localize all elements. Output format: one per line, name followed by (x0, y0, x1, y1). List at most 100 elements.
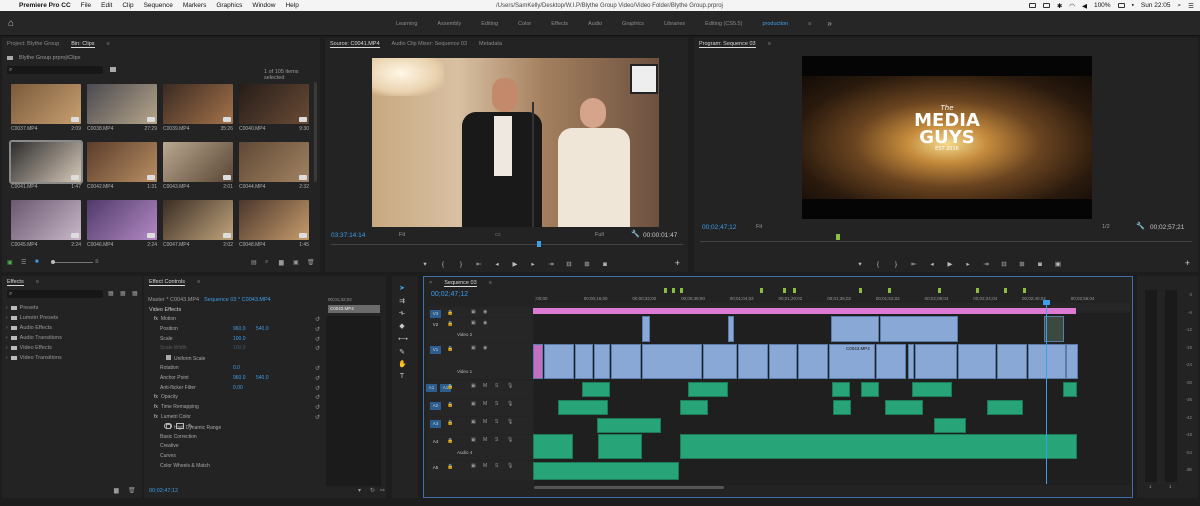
lock-icon[interactable]: 🔒 (447, 384, 453, 390)
audio-clip[interactable] (582, 382, 610, 397)
notifications-icon[interactable]: ☰ (1188, 2, 1194, 10)
ec-keyframe-area[interactable] (326, 316, 381, 486)
audio-clip[interactable] (558, 400, 608, 415)
video-clip[interactable] (1028, 344, 1066, 379)
ec-row[interactable]: fx Lumetri Color ↺ (144, 414, 326, 423)
reset-icon[interactable]: ↺ (315, 326, 320, 333)
volume-icon[interactable]: ◀ (1082, 2, 1087, 10)
ec-row[interactable]: fx Motion ↺ (144, 316, 326, 325)
solo-icon[interactable]: S (495, 437, 498, 443)
cloud-icon[interactable] (1028, 3, 1036, 8)
workspace-tab-learning[interactable]: Learning (386, 21, 427, 27)
effects-folder[interactable]: › Video Effects (6, 343, 62, 353)
source-play-icon[interactable]: ▶ (511, 260, 519, 268)
ec-row[interactable]: Rotation 0.0 ↺ (144, 365, 326, 374)
timeline-marker[interactable] (859, 288, 862, 293)
track-output-icon[interactable]: ▣ (471, 437, 476, 443)
airplay-icon[interactable] (1042, 3, 1050, 8)
ec-row[interactable]: Scale 100.0 ↺ (144, 336, 326, 345)
effects-folder[interactable]: › Audio Effects (6, 323, 62, 333)
video-clip[interactable] (915, 344, 957, 379)
effects-folder[interactable]: › Video Transitions (6, 353, 62, 363)
track-target[interactable]: A4 (430, 438, 441, 446)
pen-tool-icon[interactable]: ✎ (398, 348, 406, 356)
mute-icon[interactable]: M (483, 419, 487, 425)
title-clip-v3[interactable] (533, 308, 1076, 314)
track-output-icon[interactable]: ▣ (471, 401, 476, 407)
program-out-icon[interactable]: } (892, 261, 900, 268)
track-target[interactable]: V2 (430, 321, 441, 329)
menu-edit[interactable]: Edit (96, 2, 117, 9)
rect-mask-icon[interactable] (176, 423, 184, 429)
automate-icon[interactable]: ▤ (251, 259, 257, 266)
effects-folder[interactable]: › Audio Transitions (6, 333, 62, 343)
video-clip[interactable] (769, 344, 797, 379)
fx-icon[interactable]: fx (154, 404, 158, 410)
timeline-marker[interactable] (1023, 288, 1026, 293)
source-scrubber[interactable] (331, 244, 683, 245)
list-view-icon[interactable]: ☰ (21, 259, 26, 266)
video-clip[interactable] (533, 344, 543, 379)
eye-icon[interactable]: ◉ (483, 345, 487, 351)
eye-icon[interactable]: ◉ (483, 309, 487, 315)
ec-row[interactable]: Position 960.0 540.0 ↺ (144, 326, 326, 335)
ec-row[interactable]: Basic Correction (144, 434, 326, 443)
audio-clip[interactable] (987, 400, 1023, 415)
track-header[interactable]: A3 🔒 ▣ M S 🎙 (427, 417, 533, 434)
video-clip[interactable] (611, 344, 641, 379)
track-header[interactable]: A4 🔒 ▣ M S 🎙 Audio 4 (427, 435, 533, 460)
source-out-icon[interactable]: } (457, 261, 465, 268)
mute-icon[interactable]: M (483, 463, 487, 469)
audio-clip[interactable] (680, 400, 708, 415)
disclosure-triangle-icon[interactable]: › (6, 335, 8, 341)
timeline-timecode[interactable]: 00;02;47;12 (431, 291, 468, 298)
tab-effect-controls[interactable]: Effect Controls (149, 279, 185, 286)
source-fit-dropdown[interactable]: Fit (399, 232, 405, 238)
checkbox[interactable] (166, 355, 171, 361)
tab-audio-clip-mixer[interactable]: Audio Clip Mixer: Sequence 03 (392, 41, 468, 47)
fx-icon[interactable]: fx (154, 414, 158, 420)
wifi-icon[interactable]: ◠ (1069, 2, 1075, 10)
workspace-tab-production[interactable]: production (752, 21, 798, 27)
lock-icon[interactable]: 🔒 (447, 321, 453, 327)
video-clip[interactable] (642, 316, 650, 342)
tab-sequence-03[interactable]: Sequence 03 (444, 280, 477, 287)
audio-clip[interactable] (885, 400, 923, 415)
reset-icon[interactable]: ↺ (315, 414, 320, 421)
track-target[interactable]: A3 (430, 420, 441, 428)
effects-menu-icon[interactable]: ≡ (36, 279, 39, 285)
ec-row[interactable]: Anti-flicker Filter 0.00 ↺ (144, 385, 326, 394)
program-resolution-dropdown[interactable]: 1/2 (1102, 224, 1110, 230)
video-clip[interactable] (798, 344, 828, 379)
program-marker-icon[interactable]: ▾ (856, 260, 864, 268)
find-icon[interactable]: ⌕ (265, 259, 268, 266)
reset-icon[interactable]: ↺ (315, 345, 320, 352)
mute-icon[interactable]: M (483, 401, 487, 407)
razor-tool-icon[interactable]: ◆ (398, 322, 406, 330)
disclosure-triangle-icon[interactable]: › (6, 345, 8, 351)
fx-icon[interactable]: fx (154, 316, 158, 322)
track-target[interactable]: V1 (430, 346, 441, 354)
audio-clip[interactable] (688, 382, 728, 397)
sort-icon[interactable]: ≡ (95, 259, 99, 265)
ec-value-2[interactable]: 540.0 (256, 375, 269, 381)
track-header[interactable]: V2 🔒 ▣ ◉ Video 2 (427, 318, 533, 342)
tab-project[interactable]: Project: Blythe Group (7, 41, 59, 47)
ellipse-mask-icon[interactable] (164, 423, 172, 429)
track-select-icon[interactable]: ⇉ (398, 297, 406, 305)
effects-trash-icon[interactable]: 🗑 (128, 487, 136, 494)
project-search-input[interactable]: ⌕ (7, 66, 103, 74)
menu-graphics[interactable]: Graphics (211, 2, 247, 9)
mic-icon[interactable]: 🎙 (507, 401, 513, 407)
new-folder-icon[interactable]: ▆ (114, 487, 119, 494)
effects-search-input[interactable]: ⌕ (7, 290, 103, 298)
accelerated-effects-icon[interactable]: ▦ (108, 290, 114, 297)
track-header[interactable]: A5 🔒 ▣ M S 🎙 (427, 461, 533, 480)
menu-help[interactable]: Help (280, 2, 303, 9)
video-clip[interactable] (544, 344, 574, 379)
clip-thumbnail[interactable]: C0045.MP4 2:24 (11, 200, 81, 248)
audio-clip[interactable] (598, 434, 642, 459)
solo-icon[interactable]: S (495, 463, 498, 469)
menu-sequence[interactable]: Sequence (139, 2, 178, 9)
ec-export-icon[interactable]: ⇨ (380, 487, 385, 494)
